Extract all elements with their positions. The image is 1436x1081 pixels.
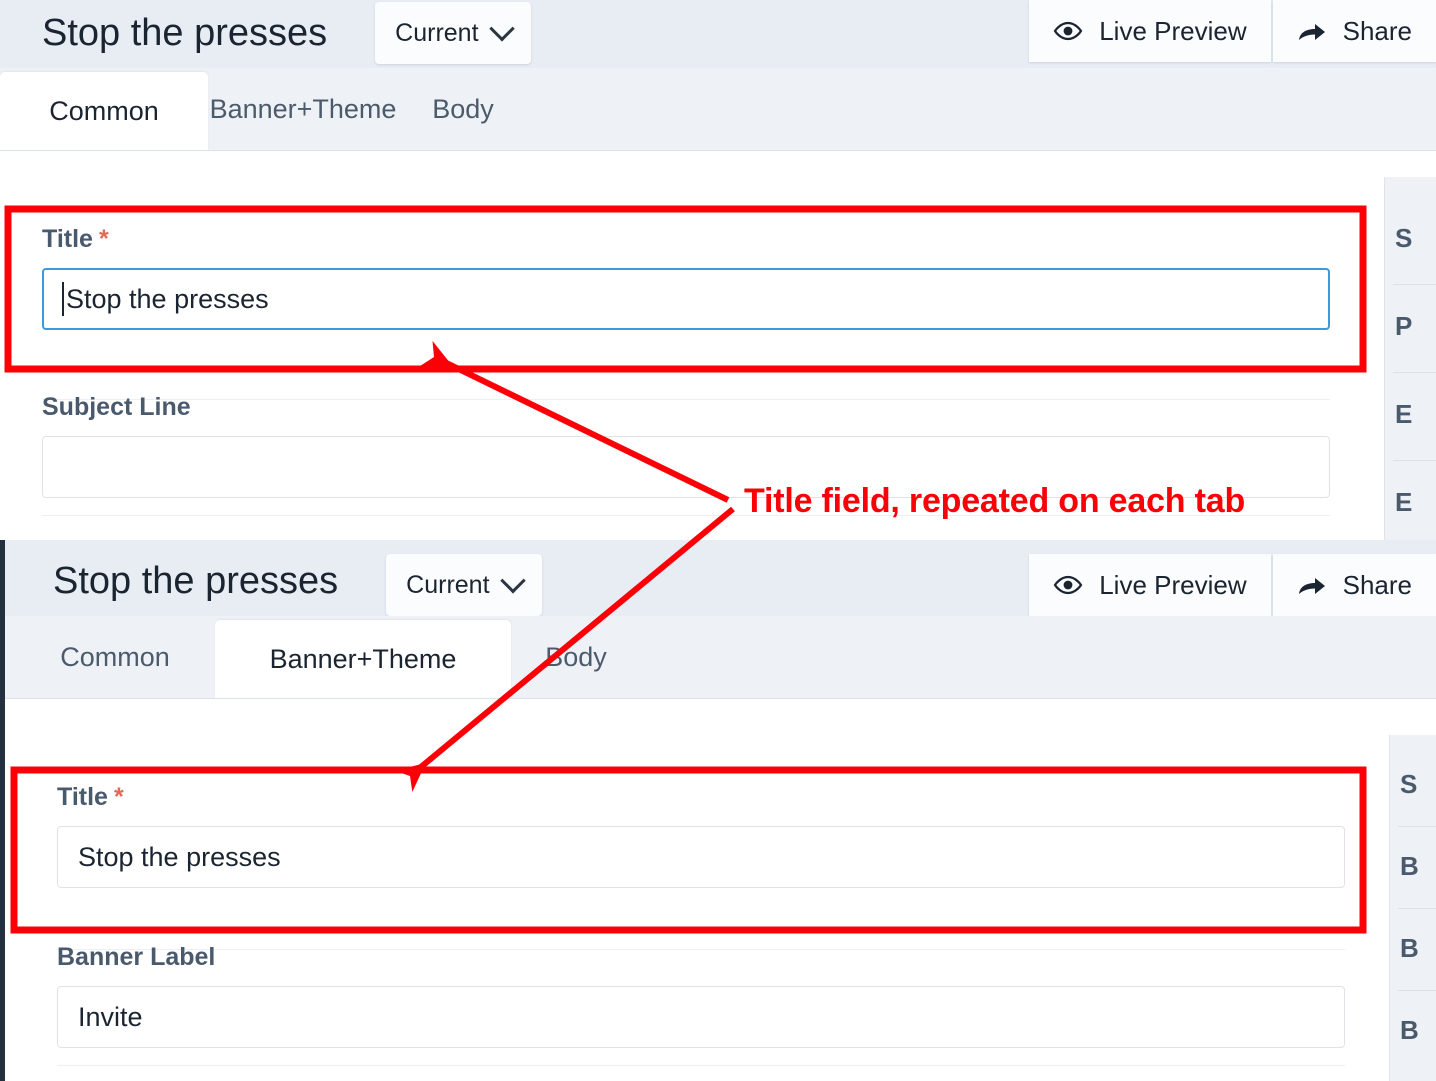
field-subject-line-label: Subject Line — [42, 393, 191, 421]
tab-banner-theme-label: Banner+Theme — [209, 93, 397, 124]
page-title: Stop the presses — [53, 560, 339, 602]
chevron-down-icon — [488, 16, 515, 42]
title-input[interactable]: Stop the presses — [57, 826, 1345, 888]
share-button[interactable]: Share — [1272, 0, 1436, 62]
tab-banner-theme[interactable]: Banner+Theme — [208, 68, 398, 150]
field-title-label: Title * — [57, 783, 1345, 812]
title-input-value: Stop the presses — [78, 841, 281, 872]
rail-item[interactable]: E — [1385, 373, 1436, 430]
rail-item[interactable]: P — [1385, 285, 1436, 342]
field-title-label: Title * — [42, 225, 1330, 254]
tab-body[interactable]: Body — [398, 68, 528, 150]
chevron-down-icon — [499, 568, 526, 594]
banner-label-input[interactable]: Invite — [57, 986, 1345, 1048]
banner-label-input-value: Invite — [78, 1001, 143, 1032]
required-asterisk: * — [113, 783, 124, 811]
panel-header: Stop the presses Current Live Preview Sh… — [5, 540, 1436, 616]
tab-body-label: Body — [432, 93, 494, 124]
tab-common-label: Common — [60, 641, 170, 672]
eye-icon — [1053, 21, 1083, 41]
right-rail: S P E E — [1384, 177, 1436, 540]
rail-item[interactable]: B — [1390, 991, 1436, 1046]
tab-bar: Common Banner+Theme Body — [0, 68, 1436, 151]
version-selector-button[interactable]: Current — [386, 554, 542, 616]
screenshot-panel-banner-theme: Stop the presses Current Live Preview Sh… — [0, 540, 1436, 1081]
live-preview-label: Live Preview — [1099, 15, 1247, 46]
tab-body[interactable]: Body — [511, 616, 641, 698]
field-title-label-text: Title — [57, 783, 108, 811]
header-actions: Live Preview Share — [1029, 554, 1436, 616]
field-title-label-text: Title — [42, 225, 93, 253]
share-arrow-icon — [1297, 19, 1327, 43]
tab-bar: Common Banner+Theme Body — [5, 616, 1436, 699]
field-title: Title * Stop the presses — [42, 225, 1330, 330]
live-preview-button[interactable]: Live Preview — [1029, 0, 1271, 62]
version-selector-button[interactable]: Current — [375, 2, 531, 64]
tab-banner-theme[interactable]: Banner+Theme — [215, 620, 511, 698]
rail-item[interactable]: B — [1390, 909, 1436, 964]
title-input[interactable]: Stop the presses — [42, 268, 1330, 330]
version-selector-label: Current — [406, 570, 490, 599]
share-button[interactable]: Share — [1272, 554, 1436, 616]
field-divider — [57, 1065, 1345, 1066]
field-banner-label: Banner Label Invite — [57, 943, 1345, 1048]
annotation-label: Title field, repeated on each tab — [744, 482, 1246, 520]
title-input-value: Stop the presses — [66, 283, 269, 314]
eye-icon — [1053, 575, 1083, 595]
tab-common[interactable]: Common — [0, 72, 208, 150]
screenshot-panel-common: Stop the presses Current Live Preview Sh… — [0, 0, 1436, 540]
page-title: Stop the presses — [42, 12, 328, 54]
rail-item[interactable]: S — [1385, 177, 1436, 254]
tab-common-label: Common — [49, 95, 159, 126]
form-area: Title * Stop the presses Banner Label Inv… — [10, 735, 1389, 1081]
panel-header: Stop the presses Current Live Preview Sh… — [0, 0, 1436, 68]
live-preview-label: Live Preview — [1099, 569, 1247, 600]
right-rail: S B B B — [1389, 735, 1436, 1081]
header-actions: Live Preview Share — [1029, 0, 1436, 62]
rail-item[interactable]: B — [1390, 827, 1436, 882]
field-title: Title * Stop the presses — [57, 783, 1345, 888]
share-label: Share — [1342, 569, 1412, 600]
version-selector-label: Current — [395, 18, 479, 47]
tab-banner-theme-label: Banner+Theme — [269, 643, 457, 674]
text-cursor — [62, 282, 64, 316]
field-banner-label-label: Banner Label — [57, 943, 216, 971]
rail-item[interactable]: S — [1390, 735, 1436, 800]
share-arrow-icon — [1297, 573, 1327, 597]
required-asterisk: * — [98, 225, 109, 253]
tab-body-label: Body — [545, 641, 607, 672]
live-preview-button[interactable]: Live Preview — [1029, 554, 1271, 616]
rail-item[interactable]: E — [1385, 461, 1436, 518]
tab-common[interactable]: Common — [15, 616, 215, 698]
share-label: Share — [1342, 15, 1412, 46]
